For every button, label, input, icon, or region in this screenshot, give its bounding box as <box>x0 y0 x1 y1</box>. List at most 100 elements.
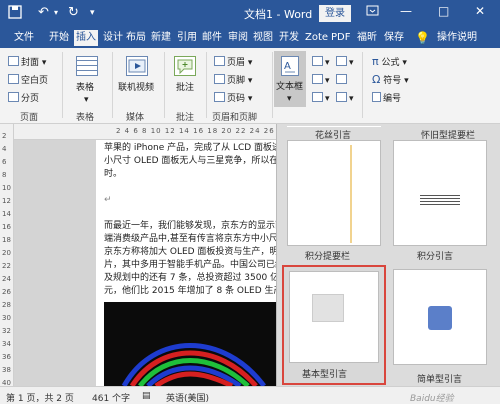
undo-dropdown-icon[interactable]: ▾ <box>54 5 58 21</box>
group-header-footer-label: 页眉和页脚 <box>212 113 258 123</box>
language[interactable]: 英语(美国) <box>166 391 209 404</box>
tab-save[interactable]: 保存 <box>384 30 404 46</box>
wordart-button[interactable]: ▾ <box>312 74 330 87</box>
header-button[interactable]: 页眉 ▾ <box>214 56 252 69</box>
page-number-label: 页码 <box>227 94 246 104</box>
online-video-button[interactable]: 联机视频 <box>118 82 154 94</box>
date-time-button[interactable] <box>336 74 349 87</box>
blank-page-button[interactable]: 空白页 <box>8 74 48 87</box>
customize-toolbar-icon[interactable]: ▾ <box>90 5 95 21</box>
page-break-label: 分页 <box>21 94 40 104</box>
doc-line: 时。 <box>104 169 123 179</box>
page-number-icon <box>214 92 225 102</box>
ribbon-separator <box>362 52 363 118</box>
page-break-button[interactable]: 分页 <box>8 92 39 105</box>
textbox-button[interactable]: A 文本框 ▾ <box>274 51 306 107</box>
gallery-label: 积分引言 <box>417 252 454 262</box>
redo-icon[interactable]: ↻ <box>68 5 79 21</box>
number-icon <box>372 92 381 102</box>
tab-new[interactable]: 新建 <box>151 30 171 46</box>
window-title: 文档1 - Word <box>244 8 313 21</box>
svg-text:A: A <box>284 61 291 72</box>
lightbulb-icon[interactable]: 💡 <box>415 30 430 46</box>
doc-line: 京东方称将加大 OLED 面板投资与生产，明 <box>104 247 279 257</box>
tab-view[interactable]: 视图 <box>253 30 273 46</box>
textbox-icon: A <box>281 56 299 76</box>
comment-icon[interactable] <box>174 56 196 76</box>
tab-review[interactable]: 审阅 <box>228 30 248 46</box>
title-bar: ↶ ▾ ↻ ▾ 文档1 - Word 登录 — □ ✕ <box>0 0 500 27</box>
drop-cap-button[interactable]: ▾ <box>312 92 330 105</box>
tab-zotero[interactable]: Zote <box>305 30 328 46</box>
gallery-item-simple-quote[interactable] <box>393 269 487 365</box>
ribbon: 封面 ▾ 空白页 分页 页面 表格 ▾ 表格 联机视频 媒体 批注 批注 页眉 … <box>0 48 500 124</box>
symbol-label: 符号 <box>383 76 402 86</box>
doc-line: 小尺寸 OLED 面板无人与三星竞争，所以在 <box>104 156 279 166</box>
tab-home[interactable]: 开始 <box>49 30 69 46</box>
page-number-button[interactable]: 页码 ▾ <box>214 92 252 105</box>
online-video-icon[interactable] <box>126 56 148 76</box>
minimize-button[interactable]: — <box>400 4 412 18</box>
ruler-numbers: 2 4 6 8 10 12 14 16 18 20 22 24 26 28 30 <box>116 127 276 135</box>
page-count[interactable]: 第 1 页，共 2 页 <box>6 391 74 404</box>
tab-design[interactable]: 设计 <box>103 30 123 46</box>
equation-label: 公式 <box>381 58 400 68</box>
number-button[interactable]: 编号 <box>372 92 401 105</box>
doc-line: 及规划中的还有 7 条，总投资超过 3500 亿人 <box>104 273 279 283</box>
document-image[interactable] <box>104 302 276 386</box>
group-tables-label: 表格 <box>76 113 95 123</box>
tab-file[interactable]: 文件 <box>14 30 34 46</box>
undo-icon[interactable]: ↶ <box>38 5 49 21</box>
tab-references[interactable]: 引用 <box>177 30 197 46</box>
close-button[interactable]: ✕ <box>475 4 485 18</box>
tab-mailings[interactable]: 邮件 <box>202 30 222 46</box>
date-time-icon <box>336 74 347 84</box>
ribbon-tabs: 文件 开始 插入 设计 布局 新建 引用 邮件 审阅 视图 开发 Zote PD… <box>0 27 500 48</box>
gallery-item-integral-sidebar[interactable] <box>287 140 381 246</box>
gallery-item-integral-quote[interactable] <box>393 140 487 246</box>
horizontal-ruler: 2 4 6 8 10 12 14 16 18 20 22 24 26 28 30 <box>14 124 276 140</box>
table-icon[interactable] <box>76 56 98 76</box>
gallery-item-basic-quote[interactable]: 基本型引言 <box>282 265 386 385</box>
gallery-label: 基本型引言 <box>302 370 348 380</box>
watermark-text: Baidu经验 <box>410 394 454 404</box>
symbol-button[interactable]: Ω 符号 ▾ <box>372 74 409 87</box>
quick-parts-button[interactable]: ▾ <box>312 56 330 69</box>
login-button[interactable]: 登录 <box>319 5 351 22</box>
gallery-label: 简单型引言 <box>417 375 463 385</box>
cover-button[interactable]: 封面 ▾ <box>8 56 46 69</box>
basic-quote-preview <box>289 271 379 363</box>
tab-foxit[interactable]: 福昕 <box>357 30 377 46</box>
word-count[interactable]: 461 个字 <box>92 391 130 404</box>
save-icon[interactable] <box>8 5 22 24</box>
object-icon <box>336 92 347 102</box>
object-button[interactable]: ▾ <box>336 92 354 105</box>
table-button[interactable]: 表格 <box>76 82 94 94</box>
table-dropdown-icon[interactable]: ▾ <box>84 94 89 106</box>
omega-icon: Ω <box>372 73 381 86</box>
tab-layout[interactable]: 布局 <box>126 30 146 46</box>
drop-cap-icon <box>312 92 323 102</box>
doc-line: 元，他们比 2015 年增加了 8 条 OLED 生产线 <box>104 286 279 296</box>
maximize-button[interactable]: □ <box>438 4 449 18</box>
tab-pdf[interactable]: PDF <box>331 30 350 46</box>
footer-label: 页脚 <box>227 76 246 86</box>
cover-label: 封面 <box>21 58 40 68</box>
sidebar-preview <box>350 145 352 243</box>
textbox-gallery: 花丝引言 怀旧型提要栏 积分提要栏 积分引言 基本型引言 简单型引言 <box>276 124 500 386</box>
tab-tell-me[interactable]: 操作说明 <box>437 30 477 46</box>
equation-button[interactable]: π 公式 ▾ <box>372 56 407 69</box>
textbox-label: 文本框 <box>276 82 304 92</box>
tab-developer[interactable]: 开发 <box>279 30 299 46</box>
blank-page-icon <box>8 74 19 84</box>
tab-insert[interactable]: 插入 <box>74 30 98 46</box>
ribbon-display-icon[interactable] <box>366 4 379 20</box>
doc-line: 端消费级产品中,甚至有传言将京东方中小尺寸 <box>104 234 279 244</box>
document-page[interactable]: 苹果的 iPhone 产品，完成了从 LCD 面板进化 小尺寸 OLED 面板无… <box>96 140 279 386</box>
footer-button[interactable]: 页脚 ▾ <box>214 74 252 87</box>
comment-button[interactable]: 批注 <box>176 82 194 94</box>
signature-button[interactable]: ▾ <box>336 56 354 69</box>
group-pages-label: 页面 <box>20 113 39 123</box>
proofing-icon[interactable]: ▤ <box>142 391 151 401</box>
number-label: 编号 <box>383 94 402 104</box>
